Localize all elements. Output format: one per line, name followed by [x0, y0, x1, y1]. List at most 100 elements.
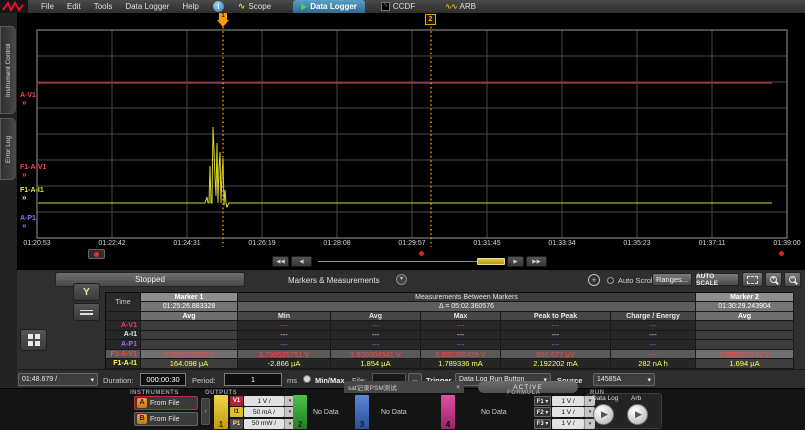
row-label-a-p1[interactable]: A-P1 — [106, 340, 141, 350]
measurement-cell[interactable]: 3.799535751 V — [238, 350, 331, 360]
marker2-value[interactable] — [696, 340, 794, 350]
channel-chip-v1[interactable]: V1 — [230, 396, 243, 406]
close-icon[interactable]: × — [456, 384, 460, 391]
measurement-cell[interactable]: --- — [611, 350, 696, 360]
measurement-cell[interactable]: 850.677 µV — [501, 350, 611, 360]
marker1-value[interactable]: 164.098 µA — [141, 359, 238, 369]
crosshair-icon[interactable]: + — [588, 274, 600, 286]
minmax-checkbox[interactable] — [303, 375, 311, 383]
measurement-cell[interactable]: 3.800386429 V — [421, 350, 501, 360]
chevron-down-icon[interactable]: ▾ — [584, 419, 595, 429]
scale-value[interactable]: 1 V / — [552, 396, 584, 406]
measurement-cell[interactable]: --- — [501, 331, 611, 341]
scale-value[interactable]: 1 V / — [552, 419, 584, 429]
sidebar-tab-instrument-control[interactable]: Instrument Control — [0, 26, 16, 114]
marker2-value[interactable] — [696, 331, 794, 341]
run-datalog-play-button[interactable]: ▶ — [593, 404, 614, 425]
formula-chip-f1[interactable]: F1 ▾ — [534, 396, 551, 406]
tab-data-logger[interactable]: ▶ Data Logger — [293, 0, 365, 13]
measurement-cell[interactable]: 1.789336 mA — [421, 359, 501, 369]
grid-view-icon[interactable] — [20, 329, 47, 351]
instrument-b-from-file-button[interactable]: B From File — [134, 412, 198, 426]
instruments-expand-chevron-icon[interactable]: › — [201, 398, 210, 425]
scroll-track[interactable] — [318, 261, 477, 262]
menu-data-logger[interactable]: Data Logger — [125, 2, 169, 11]
output-3-bar[interactable]: 3 — [355, 395, 369, 429]
menu-file[interactable]: File — [41, 2, 54, 11]
measurement-cell[interactable]: --- — [611, 321, 696, 331]
auto-scroll-radio[interactable] — [607, 277, 614, 284]
measurement-cell[interactable]: --- — [501, 321, 611, 331]
zoom-region-icon[interactable] — [742, 272, 763, 287]
formula-chip-f2[interactable]: F2 ▾ — [534, 407, 551, 417]
measurement-cell[interactable]: 2.192202 mA — [501, 359, 611, 369]
file-tab[interactable]: sat记录PSM测试 × — [344, 381, 464, 393]
marker1-value[interactable] — [141, 331, 238, 341]
marker2-value[interactable]: 3.800005341 V — [696, 350, 794, 360]
scroll-next-button[interactable]: ▶ — [507, 256, 524, 267]
measurement-cell[interactable]: --- — [421, 321, 501, 331]
row-label-a-v1[interactable]: A-V1 — [106, 321, 141, 331]
tab-ccdf[interactable]: ◝ CCDF — [373, 0, 423, 13]
tab-arb[interactable]: ∿∿ ARB — [437, 0, 484, 13]
measurement-cell[interactable]: --- — [611, 331, 696, 341]
measurement-cell[interactable]: --- — [421, 331, 501, 341]
collapse-panel-button[interactable]: ▾ — [396, 274, 407, 285]
measurement-cell[interactable]: --- — [238, 321, 331, 331]
scroll-first-button[interactable]: ◀◀ — [272, 256, 289, 267]
row-label-a-i1[interactable]: A-I1 — [106, 331, 141, 341]
marker2-value[interactable] — [696, 321, 794, 331]
duration-field[interactable]: 000:00:30 — [140, 373, 186, 386]
marker1-value[interactable] — [141, 340, 238, 350]
marker-1-arrow-icon[interactable]: 1 — [216, 13, 230, 27]
measurement-cell[interactable]: --- — [421, 340, 501, 350]
row-label-f1-a-v1[interactable]: F1-A-V1 — [106, 350, 141, 360]
channel-chip-i1[interactable]: I1 — [230, 407, 243, 417]
measurement-cell[interactable]: --- — [331, 340, 421, 350]
menu-edit[interactable]: Edit — [67, 2, 81, 11]
measurement-cell[interactable]: 3.800004541 V — [331, 350, 421, 360]
measurement-cell[interactable]: --- — [331, 321, 421, 331]
output-2-bar[interactable]: 2 — [293, 395, 307, 429]
marker1-value[interactable] — [141, 321, 238, 331]
measurement-cell[interactable]: -2.866 µA — [238, 359, 331, 369]
marker-2-flag-icon[interactable]: 2 — [425, 14, 436, 25]
output-4-bar[interactable]: 4 — [441, 395, 455, 429]
measurement-cell[interactable]: --- — [238, 340, 331, 350]
scroll-last-button[interactable]: ▶▶ — [526, 256, 547, 267]
scroll-prev-button[interactable]: ◀ — [291, 256, 312, 267]
zoom-out-icon[interactable]: − — [784, 272, 801, 287]
sidebar-tab-error-log[interactable]: Error Log — [0, 118, 16, 180]
menu-tools[interactable]: Tools — [94, 2, 113, 11]
scale-value[interactable]: 1 V / — [552, 407, 584, 417]
source-dropdown[interactable]: 14585A▾ — [593, 373, 655, 386]
scale-value[interactable]: 50 mW / — [244, 419, 284, 429]
row-label-f1-a-i1[interactable]: F1-A-I1 — [106, 359, 141, 369]
ranges-button[interactable]: Ranges... — [652, 273, 692, 286]
cursor-tool-icon[interactable] — [73, 303, 100, 321]
output-1-bar[interactable]: 1 — [214, 395, 228, 429]
measurement-cell[interactable]: --- — [611, 340, 696, 350]
marker1-value[interactable]: 3.799903822 V — [141, 350, 238, 360]
scale-value[interactable]: 50 mA / — [244, 407, 284, 417]
menu-help[interactable]: Help — [182, 2, 198, 11]
instrument-a-from-file-button[interactable]: A From File — [134, 396, 198, 410]
run-arb-play-button[interactable]: ▶ — [627, 404, 648, 425]
formula-chip-f3[interactable]: F3 ▾ — [534, 419, 551, 429]
marker2-value[interactable]: 1.694 µA — [696, 359, 794, 369]
measurement-cell[interactable]: 282 nA h — [611, 359, 696, 369]
info-icon[interactable]: i — [213, 1, 224, 12]
time-per-div-dropdown[interactable]: 01:48.679 /▾ — [18, 373, 98, 386]
period-field[interactable]: 1 — [224, 373, 282, 386]
measurement-cell[interactable]: 1.854 µA — [331, 359, 421, 369]
measurement-cell[interactable]: --- — [501, 340, 611, 350]
tab-scope[interactable]: ∿ Scope — [230, 0, 279, 13]
scroll-thumb[interactable] — [477, 258, 505, 265]
measurement-cell[interactable]: --- — [331, 331, 421, 341]
measurement-cell[interactable]: --- — [238, 331, 331, 341]
scale-value[interactable]: 1 V / — [244, 396, 284, 406]
auto-scale-button[interactable]: AUTO SCALE — [695, 273, 739, 286]
marker-tool-icon[interactable]: Y — [73, 283, 100, 301]
channel-chip-p1[interactable]: P1 — [230, 419, 243, 429]
zoom-in-icon[interactable]: + — [765, 272, 782, 287]
